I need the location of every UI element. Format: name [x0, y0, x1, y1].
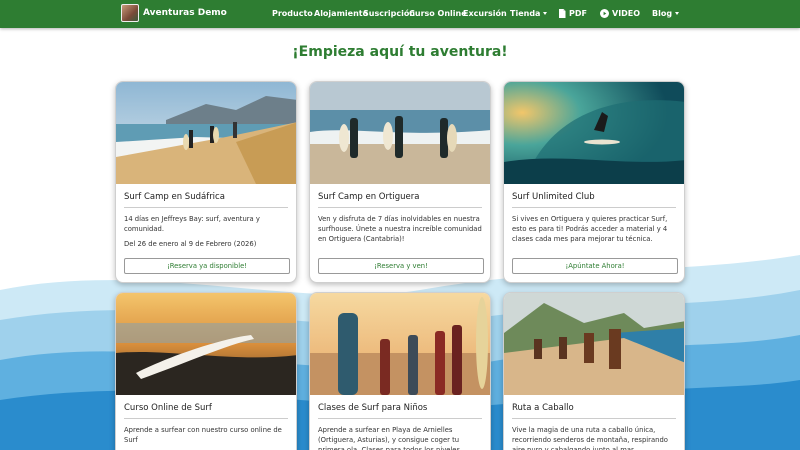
nav-suscripcion[interactable]: Suscripción [363, 9, 415, 18]
top-navbar: Aventuras Demo Producto Alojamiento Susc… [0, 0, 800, 28]
card-text: Ven y disfruta de 7 días inolvidables en… [318, 215, 482, 243]
card-text: Vive la magia de una ruta a caballo únic… [512, 426, 668, 450]
brand-avatar [121, 4, 139, 22]
reserve-button[interactable]: ¡Reserva ya disponible! [124, 258, 290, 274]
brand-name: Aventuras Demo [143, 8, 227, 18]
card-surf-camp-sudafrica: Surf Camp en Sudáfrica 14 días en Jeffre… [115, 81, 297, 283]
card-image [310, 82, 490, 184]
nav-pdf[interactable]: PDF [558, 9, 587, 18]
card-image [116, 82, 296, 184]
card-text: Aprende a surfear con nuestro curso onli… [124, 426, 282, 444]
nav-video[interactable]: VIDEO [600, 9, 640, 18]
card-image [504, 82, 684, 184]
card-title: Curso Online de Surf [124, 403, 288, 419]
card-surf-unlimited-club: Surf Unlimited Club Si vives en Ortiguer… [503, 81, 685, 283]
card-text: 14 días en Jeffreys Bay: surf, aventura … [124, 215, 260, 233]
reserve-button[interactable]: ¡Reserva y ven! [318, 258, 484, 274]
card-clases-surf-ninos: Clases de Surf para Niños Aprende a surf… [309, 292, 491, 450]
nav-video-label: VIDEO [612, 9, 641, 18]
card-image [504, 293, 684, 395]
chevron-down-icon [543, 12, 548, 15]
file-pdf-icon [559, 9, 566, 18]
card-text: Aprende a surfear en Playa de Arnielles … [318, 426, 463, 450]
nav-blog-label: Blog [652, 9, 673, 18]
card-curso-online-surf: Curso Online de Surf Aprende a surfear c… [115, 292, 297, 450]
chevron-down-icon [675, 12, 680, 15]
play-circle-icon [600, 9, 609, 18]
card-title: Surf Camp en Ortiguera [318, 192, 482, 208]
nav-excursion[interactable]: Excursión [463, 9, 507, 18]
nav-alojamiento[interactable]: Alojamiento [314, 9, 368, 18]
brand-link[interactable]: Aventuras Demo [121, 4, 227, 22]
card-title: Surf Camp en Sudáfrica [124, 192, 288, 208]
card-title: Surf Unlimited Club [512, 192, 676, 208]
card-title: Ruta a Caballo [512, 403, 676, 419]
card-surf-camp-ortiguera: Surf Camp en Ortiguera Ven y disfruta de… [309, 81, 491, 283]
card-ruta-caballo: Ruta a Caballo Vive la magia de una ruta… [503, 292, 685, 450]
nav-pdf-label: PDF [569, 9, 587, 18]
card-title: Clases de Surf para Niños [318, 403, 482, 419]
join-button[interactable]: ¡Apúntate Ahora! [512, 258, 678, 274]
nav-blog-dropdown[interactable]: Blog [652, 9, 680, 18]
nav-tienda-label: Tienda [510, 9, 541, 18]
card-image [116, 293, 296, 395]
card-text: Si vives en Ortiguera y quieres practica… [512, 215, 668, 243]
nav-producto[interactable]: Producto [272, 9, 313, 18]
page-heading: ¡Empieza aquí tu aventura! [292, 44, 508, 60]
nav-curso-online[interactable]: Curso Online [409, 9, 467, 18]
card-image [310, 293, 490, 395]
nav-tienda-dropdown[interactable]: Tienda [510, 9, 548, 18]
card-dates: Del 26 de enero al 9 de Febrero (2026) [124, 240, 257, 248]
